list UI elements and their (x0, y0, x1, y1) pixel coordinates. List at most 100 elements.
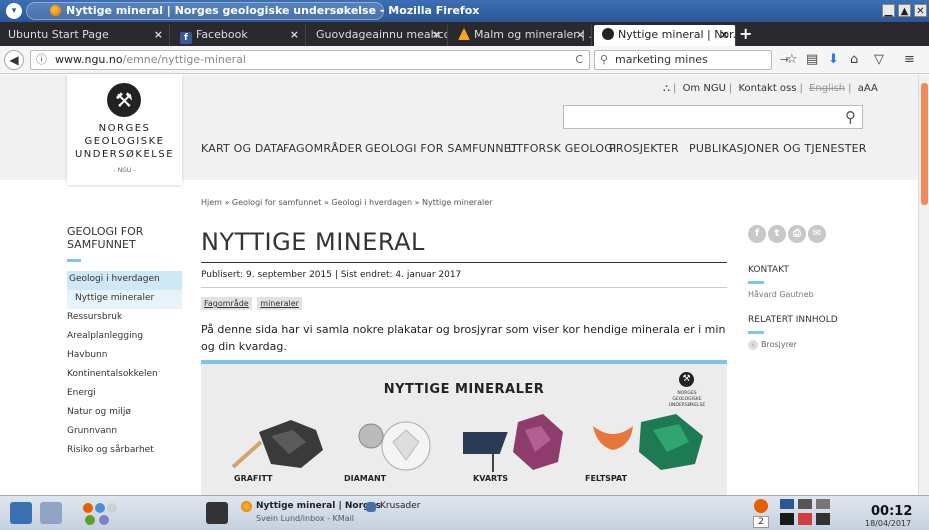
bookmark-star-icon[interactable]: ☆ (786, 52, 798, 67)
task-firefox[interactable]: Nyttige mineral | Norges (256, 501, 381, 511)
share-icons: f t ⎙ ✉ (748, 225, 888, 245)
web-page: ⚒ NORGES GEOLOGISKE UNDERSØKELSE - NGU -… (0, 75, 918, 495)
hamburger-menu-icon[interactable]: ≡ (904, 52, 915, 67)
twitter-icon[interactable]: t (768, 225, 786, 243)
tab-close-icon[interactable]: × (154, 25, 163, 44)
url-bar[interactable]: ⓘ www.ngu.no/emne/nyttige-mineral C (30, 50, 590, 70)
sidebar-item-geologi-i-hverdagen[interactable]: Geologi i hverdagen (67, 271, 182, 290)
pocket-icon[interactable]: ▽ (874, 52, 884, 67)
tab-facebook[interactable]: f Facebook × (172, 25, 306, 46)
new-tab-button[interactable]: + (739, 24, 752, 43)
page-scrollbar[interactable] (918, 75, 929, 495)
nav-publikasjoner[interactable]: PUBLIKASJONER OG TJENESTER (689, 142, 867, 155)
contact-name[interactable]: Håvard Gautneb (748, 290, 888, 299)
navigation-toolbar: ◀ ⓘ www.ngu.no/emne/nyttige-mineral C ⚲ … (0, 46, 929, 74)
reload-icon[interactable]: C (575, 51, 583, 69)
sidebar-heading[interactable]: GEOLOGI FOR SAMFUNNET (67, 225, 157, 251)
nav-geologi-for-samfunnet[interactable]: GEOLOGI FOR SAMFUNNET (365, 142, 518, 155)
tab-close-icon[interactable]: × (290, 25, 299, 44)
minimize-button[interactable]: ▁ (882, 4, 895, 17)
tab-label: Malm og mineraler | ... (474, 28, 592, 41)
sidebar-item-arealplanlegging[interactable]: Arealplanlegging (67, 328, 182, 347)
hammers-icon: ⚒ (679, 372, 694, 387)
tab-close-icon[interactable]: × (432, 25, 441, 44)
ngu-icon (602, 28, 614, 40)
tab-ubuntu-start[interactable]: Ubuntu Start Page × (0, 25, 170, 46)
tab-close-icon[interactable]: × (720, 25, 729, 44)
link-text-size[interactable]: aAA (855, 83, 881, 94)
sidebar-item-kontinentalsokkelen[interactable]: Kontinentalsokkelen (67, 366, 182, 385)
maximize-button[interactable]: ▲ (898, 4, 911, 17)
mineral-label-feltspat: FELTSPAT (585, 474, 628, 483)
sidebar-item-grunnvann[interactable]: Grunnvann (67, 423, 182, 442)
sidebar-item-havbunn[interactable]: Havbunn (67, 347, 182, 366)
close-window-button[interactable]: ✕ (914, 4, 927, 17)
home-icon[interactable]: ⌂ (850, 52, 858, 67)
download-icon[interactable]: ⬇ (828, 52, 839, 67)
tag-mineraler[interactable]: mineraler (257, 297, 302, 310)
print-icon[interactable]: ⎙ (788, 225, 806, 243)
link-om-ngu[interactable]: Om NGU (680, 83, 729, 94)
poster-title: NYTTIGE MINERALER (383, 382, 545, 397)
app-launcher-icon[interactable] (10, 502, 32, 524)
task-krusader[interactable]: Krusader (380, 501, 420, 511)
terminal-icon[interactable] (206, 502, 228, 524)
tag-fagomrade[interactable]: Fagområde (201, 297, 252, 310)
link-kontakt[interactable]: Kontakt oss (735, 83, 799, 94)
desktop-icon[interactable] (40, 502, 62, 524)
nav-utforsk-geologi[interactable]: UTFORSK GEOLOGI (508, 142, 616, 155)
tab-guovdageainnu[interactable]: Guovdageainnu meahcc... × (308, 25, 448, 46)
related-link-brosjyrer[interactable]: › Brosjyrer (748, 340, 888, 350)
hammers-icon: ⚒ (107, 83, 141, 117)
page-title: NYTTIGE MINERAL (201, 228, 425, 256)
clock[interactable]: 00:12 (871, 504, 912, 519)
facebook-icon[interactable]: f (748, 225, 766, 243)
sitemap-icon[interactable]: ⛬ (660, 83, 673, 94)
related-rule (748, 331, 764, 334)
graphite-mineral-image (231, 420, 323, 469)
task-kmail[interactable]: Svein Lund/inbox - KMail (256, 514, 354, 523)
search-icon: ⚲ (600, 53, 609, 66)
sidebar-item-ressursbruk[interactable]: Ressursbruk (67, 309, 182, 328)
tab-nyttige-mineral[interactable]: Nyttige mineral | Nor... × (594, 25, 736, 46)
feldspar-mineral-image (593, 414, 703, 470)
quick-launch-icons[interactable] (80, 500, 118, 525)
link-english[interactable]: English (806, 83, 848, 94)
search-input[interactable]: ⚲ marketing mines → (594, 50, 789, 70)
url-text: www.ngu.no/emne/nyttige-mineral (55, 53, 246, 66)
taskbar: Nyttige mineral | Norges Svein Lund/inbo… (0, 495, 929, 530)
diamond-mineral-image (358, 421, 431, 471)
back-arrow-icon[interactable]: ◀ (4, 50, 24, 70)
desktop-number[interactable]: 2 (753, 516, 769, 528)
title-divider (201, 262, 727, 263)
nav-kart-og-data[interactable]: KART OG DATA (201, 142, 284, 155)
clipboard-icon[interactable]: ▤ (806, 52, 818, 67)
sidebar-item-energi[interactable]: Energi (67, 385, 182, 404)
breadcrumb[interactable]: Hjem » Geologi for samfunnet » Geologi i… (201, 198, 492, 207)
contact-heading: KONTAKT (748, 265, 789, 275)
system-tray-icons[interactable] (780, 499, 842, 527)
krusader-icon (366, 502, 376, 512)
firefox-icon (50, 5, 61, 16)
sidebar-item-natur-og-miljo[interactable]: Natur og miljø (67, 404, 182, 423)
poster-logo-text: NORGES GEOLOGISKE UNDERSØKELSE (668, 391, 706, 408)
scrollbar-thumb[interactable] (921, 83, 928, 205)
tab-close-icon[interactable]: × (576, 25, 585, 44)
chevron-down-icon[interactable]: ▾ (6, 3, 22, 19)
sidebar-item-nyttige-mineraler[interactable]: Nyttige mineraler (67, 290, 182, 309)
tray-firefox-icon[interactable] (754, 499, 768, 513)
site-search-input[interactable]: ⚲ (563, 105, 863, 129)
tag-list: Fagområde mineraler (201, 297, 305, 310)
search-icon[interactable]: ⚲ (845, 108, 856, 126)
publish-divider (201, 287, 727, 288)
info-icon[interactable]: ⓘ (36, 51, 47, 69)
ngu-logo[interactable]: ⚒ NORGES GEOLOGISKE UNDERSØKELSE - NGU - (67, 75, 182, 185)
nav-prosjekter[interactable]: PROSJEKTER (609, 142, 679, 155)
email-icon[interactable]: ✉ (808, 225, 826, 243)
poster-image[interactable]: NYTTIGE MINERALER ⚒ NORGES GEOLOGISKE UN… (201, 364, 727, 495)
sidebar-item-risiko[interactable]: Risiko og sårbarhet (67, 442, 182, 461)
nav-fagomrader[interactable]: FAGOMRÅDER (283, 142, 363, 155)
window-title: Nyttige mineral | Norges geologiske unde… (66, 4, 480, 17)
tab-malm-og-mineraler[interactable]: Malm og mineraler | ... × (450, 25, 592, 46)
sidebar-rule (67, 259, 81, 262)
